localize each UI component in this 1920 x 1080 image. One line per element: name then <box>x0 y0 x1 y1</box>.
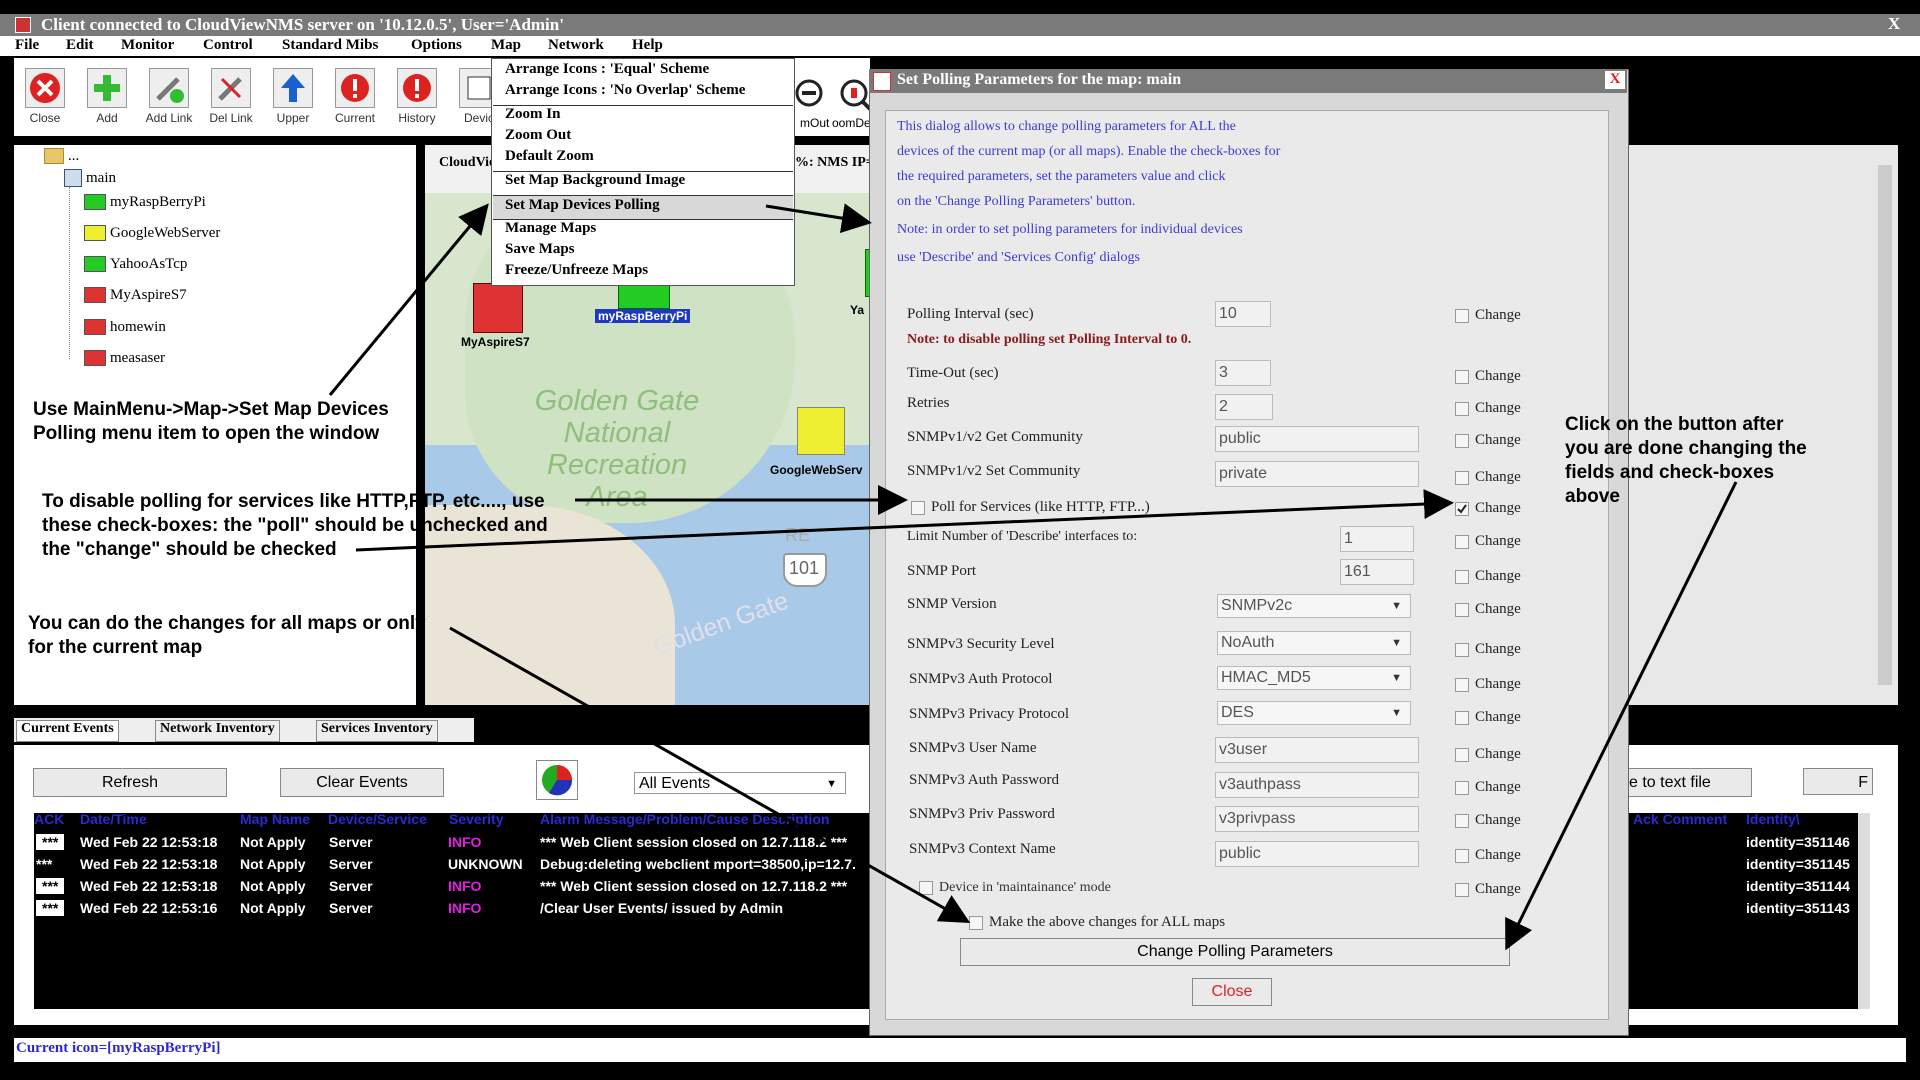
arrow-line <box>328 203 489 396</box>
arrow-line <box>765 203 872 234</box>
arrow-line <box>449 626 971 923</box>
arrow-line <box>355 489 1454 552</box>
annotation-arrows <box>328 203 1738 951</box>
arrow-line <box>1505 481 1738 951</box>
